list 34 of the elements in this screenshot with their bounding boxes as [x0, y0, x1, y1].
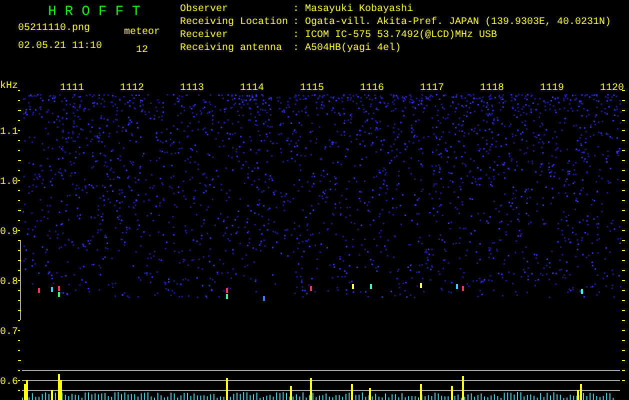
info-label: Receiving Location — [180, 16, 290, 29]
info-value: Ogata-vill. Akita-Pref. JAPAN (139.9303E, 40.0231N) — [305, 16, 612, 29]
x-axis-label: 1117 — [420, 83, 444, 94]
info-label: Observer — [180, 3, 230, 16]
info-separator: : — [293, 29, 300, 42]
timestamp: 02.05.21 11:10 — [18, 40, 102, 54]
info-separator: : — [293, 42, 300, 55]
meteor-count: 12 — [136, 44, 148, 58]
x-axis-label: 1111 — [60, 83, 84, 94]
meteor-label: meteor — [124, 26, 160, 40]
x-axis-label: 1113 — [180, 83, 204, 94]
y-axis-label: 1.1 — [0, 127, 18, 138]
info-value: Masayuki Kobayashi — [305, 3, 414, 16]
y-axis-label: 0.8 — [0, 277, 18, 288]
y-axis-label: 1.0 — [0, 177, 18, 188]
x-axis-label: 1114 — [240, 83, 264, 94]
x-axis-label: 1118 — [480, 83, 504, 94]
x-axis-label: 1119 — [540, 83, 564, 94]
info-separator: : — [293, 16, 300, 29]
x-axis-label: 1116 — [360, 83, 384, 94]
x-axis-label: 1120 — [600, 83, 624, 94]
y-axis-label: 0.6 — [0, 377, 18, 388]
info-value: ICOM IC-575 53.7492(@LCD)MHz USB — [305, 29, 498, 42]
info-value: A504HB(yagi 4el) — [305, 42, 402, 55]
x-axis-label: 1115 — [300, 83, 324, 94]
x-axis-label: 1112 — [120, 83, 144, 94]
y-axis-label: 0.9 — [0, 227, 18, 238]
app-title: H R O F F T — [47, 4, 142, 20]
info-label: Receiving antenna — [180, 42, 284, 55]
unit-label: kHz — [0, 81, 18, 92]
info-label: Receiver — [180, 29, 230, 42]
y-axis-label: 0.7 — [0, 327, 18, 338]
info-separator: : — [293, 3, 300, 16]
file-name: 05211110.png — [18, 22, 92, 36]
